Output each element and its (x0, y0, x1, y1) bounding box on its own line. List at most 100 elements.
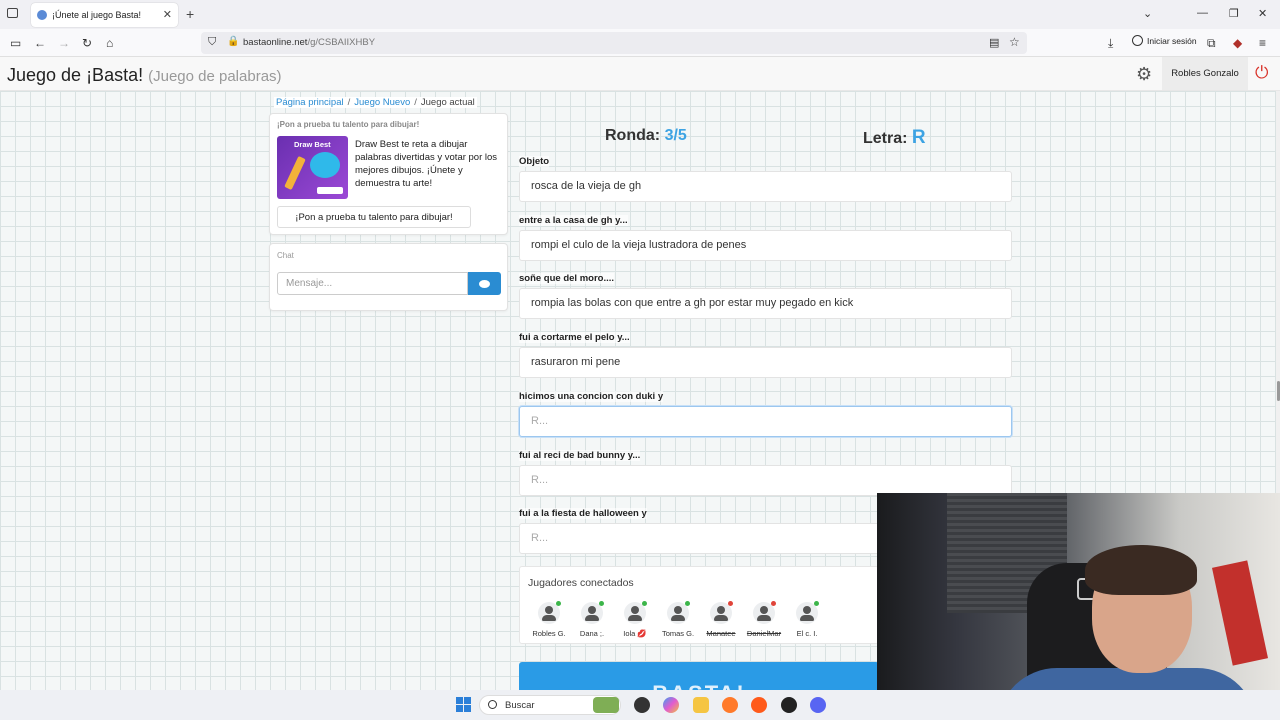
letter-value: R (911, 127, 926, 148)
player-item[interactable]: Dana ;. (572, 601, 612, 638)
promo-button[interactable]: ¡Pon a prueba tu talento para dibujar! (277, 206, 471, 228)
windows-start-icon[interactable] (456, 697, 471, 712)
player-item[interactable]: Manatee (701, 601, 741, 638)
forward-icon[interactable]: → (58, 36, 70, 50)
brand-title: Juego de ¡Basta! (7, 65, 144, 85)
tab-overflow-chevron-icon[interactable]: ⌄ (1143, 7, 1152, 20)
round-label: Ronda: (605, 127, 661, 144)
user-name-button[interactable]: Robles Gonzalo (1162, 57, 1248, 90)
promo-image[interactable]: Draw Best (277, 136, 348, 199)
user-avatar-icon (710, 601, 733, 624)
user-avatar-icon (538, 601, 561, 624)
player-item[interactable]: Iola 💋 (615, 601, 655, 638)
account-icon (1132, 35, 1143, 46)
player-name: Iola 💋 (623, 629, 647, 638)
browser-nav-bar: ▭ ← → ↻ ⌂ ⛉ 🔒 bastaonline.net/g/CSBAIIXH… (0, 29, 1280, 57)
logout-power-icon[interactable]: ⏻ (1255, 63, 1268, 83)
menu-icon[interactable]: ≡ (1259, 36, 1266, 50)
home-icon[interactable]: ⌂ (106, 36, 113, 50)
extensions-icon[interactable]: ⧉ (1207, 36, 1216, 51)
tab-favicon-icon (37, 10, 47, 20)
chat-bubble-icon (479, 279, 490, 288)
shield-icon[interactable]: ⛉ (208, 36, 216, 49)
breadcrumb-new-game-link[interactable]: Juego Nuevo (354, 97, 410, 108)
breadcrumb: Página principal / Juego Nuevo / Juego actua… (274, 97, 477, 108)
user-avatar-icon (667, 601, 690, 624)
file-explorer-icon[interactable] (693, 697, 709, 713)
user-avatar-icon (581, 601, 604, 624)
status-dot (599, 601, 604, 606)
browser-icon[interactable] (751, 697, 767, 713)
promo-text: Draw Best te reta a dibujar palabras div… (355, 139, 498, 189)
chat-send-button[interactable] (468, 272, 501, 295)
close-tab-icon[interactable]: ✕ (163, 8, 172, 21)
addon-icon[interactable]: ◆ (1233, 36, 1242, 50)
brand-subtitle: (Juego de palabras) (148, 68, 282, 85)
letter-label: Letra: (863, 130, 908, 147)
site-brand[interactable]: Juego de ¡Basta! (Juego de palabras) (7, 65, 282, 86)
minimize-icon[interactable]: — (1197, 7, 1208, 19)
player-item[interactable]: DanielMar (744, 601, 784, 638)
sidebar-icon[interactable]: ▭ (10, 36, 21, 50)
chat-panel: Chat Mensaje... (269, 243, 508, 311)
breadcrumb-home-link[interactable]: Página principal (276, 97, 344, 108)
user-avatar-icon (624, 601, 647, 624)
answer-input[interactable]: rosca de la vieja de gh (519, 171, 1012, 202)
reader-view-icon[interactable]: ▤ (989, 36, 999, 49)
field-label: soñe que del moro.... (519, 273, 615, 284)
discord-icon[interactable] (810, 697, 826, 713)
answer-input[interactable]: rompi el culo de la vieja lustradora de … (519, 230, 1012, 261)
field-label: fui a cortarme el pelo y... (519, 332, 630, 343)
answer-input[interactable]: rompia las bolas con que entre a gh por … (519, 288, 1012, 319)
new-tab-icon[interactable]: + (186, 6, 194, 22)
widgets-icon[interactable] (593, 697, 619, 713)
status-dot (685, 601, 690, 606)
round-indicator: Ronda: 3/5 (605, 127, 687, 145)
answer-input[interactable]: R... (519, 465, 1012, 496)
settings-gear-icon[interactable]: ⚙ (1136, 64, 1152, 85)
tab-title: ¡Únete al juego Basta! (52, 10, 142, 20)
player-name: Manatee (706, 629, 736, 638)
status-dot (728, 601, 733, 606)
field-label: entre a la casa de gh y... (519, 215, 628, 226)
field-label: hicimos una concion con duki y (519, 391, 664, 402)
player-item[interactable]: El c. I. (787, 601, 827, 638)
field-label: Objeto (519, 156, 550, 167)
players-title: Jugadores conectados (528, 577, 634, 589)
address-bar[interactable]: ⛉ 🔒 bastaonline.net/g/CSBAIIXHBY ▤ ☆ (201, 32, 1027, 54)
answer-input[interactable]: rasuraron mi pene (519, 347, 1012, 378)
round-value: 3/5 (664, 127, 687, 144)
answer-input[interactable]: R... (519, 406, 1012, 437)
app-icon-2[interactable] (781, 697, 797, 713)
webcam-overlay (877, 493, 1280, 720)
player-name: Tomas G. (661, 629, 695, 638)
bookmark-star-icon[interactable]: ☆ (1009, 35, 1020, 49)
chat-message-input[interactable]: Mensaje... (277, 272, 468, 295)
status-dot (771, 601, 776, 606)
copilot-icon[interactable] (663, 697, 679, 713)
promo-heading: ¡Pon a prueba tu talento para dibujar! (277, 120, 420, 129)
field-label: fui a la fiesta de halloween y (519, 508, 647, 519)
maximize-icon[interactable]: ❐ (1229, 7, 1239, 20)
lock-icon[interactable]: 🔒 (227, 36, 239, 47)
player-item[interactable]: Tomas G. (658, 601, 698, 638)
browser-tab[interactable]: ¡Únete al juego Basta! ✕ (31, 3, 178, 27)
chat-heading: Chat (277, 251, 294, 260)
player-name: DanielMar (746, 629, 782, 638)
tab-list-icon[interactable] (7, 8, 18, 18)
firefox-icon[interactable] (722, 697, 738, 713)
status-dot (642, 601, 647, 606)
reload-icon[interactable]: ↻ (82, 36, 92, 50)
player-item[interactable]: Robles G. (529, 601, 569, 638)
status-dot (814, 601, 819, 606)
user-avatar-icon (796, 601, 819, 624)
app-icon[interactable] (634, 697, 650, 713)
player-name: Dana ;. (579, 629, 605, 638)
signin-button[interactable]: Iniciar sesión (1132, 35, 1197, 46)
player-name: El c. I. (796, 629, 818, 638)
basta-button[interactable]: BASTA! (519, 662, 879, 690)
downloads-icon[interactable]: ⤓ (1108, 36, 1113, 51)
close-window-icon[interactable]: ✕ (1258, 7, 1267, 20)
signin-label: Iniciar sesión (1147, 35, 1197, 46)
back-icon[interactable]: ← (34, 36, 46, 50)
